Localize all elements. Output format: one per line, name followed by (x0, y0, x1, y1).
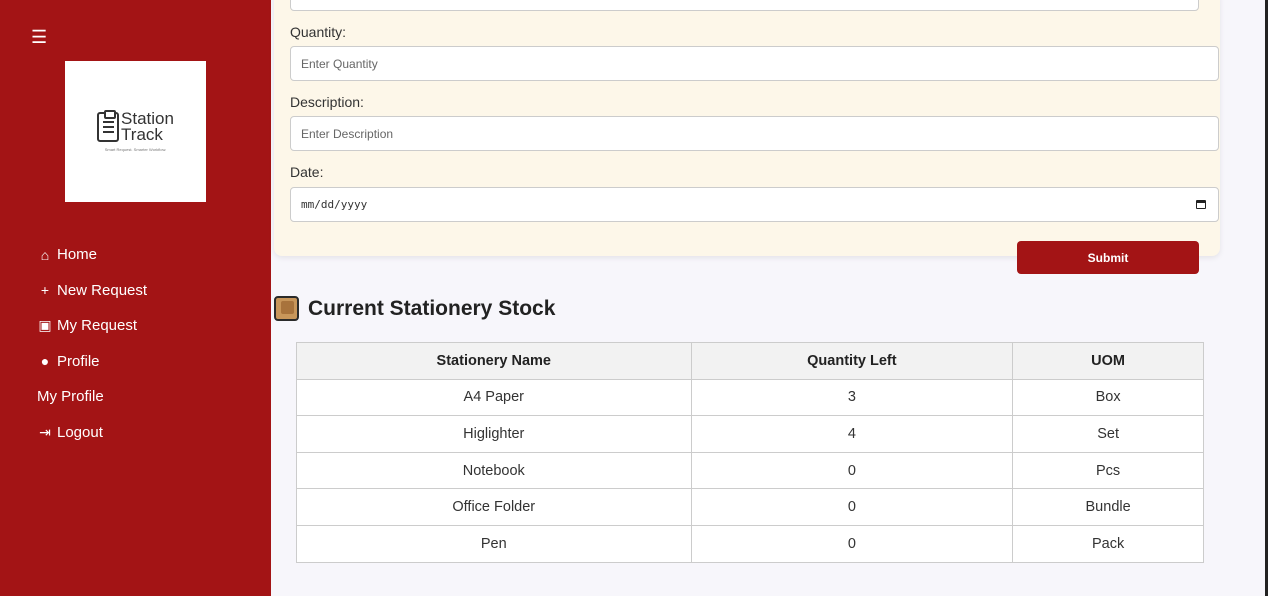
table-row: Pen 0 Pack (296, 524, 1204, 563)
sidebar-item-label: My Request (57, 317, 138, 335)
quantity-label: Quantity: (290, 24, 347, 40)
cell-name: Higlighter (296, 415, 692, 453)
logo-line2: Track (121, 125, 163, 144)
sidebar-item-label: New Request (57, 281, 148, 299)
logout-icon: ⇥ (39, 423, 51, 440)
description-label: Description: (290, 94, 364, 110)
calendar-icon[interactable] (1196, 200, 1206, 209)
sidebar-item-label: My Profile (37, 388, 104, 406)
clipboard-icon (97, 110, 120, 142)
cell-uom: Pack (1012, 524, 1204, 563)
home-icon: ⌂ (40, 246, 50, 263)
stock-table: Stationery Name Quantity Left UOM A4 Pap… (296, 342, 1204, 563)
hamburger-icon[interactable]: ☰ (31, 27, 51, 47)
table-row: Office Folder 0 Bundle (296, 488, 1204, 526)
page-title: Current Stationery Stock (308, 296, 556, 320)
cell-uom: Set (1012, 415, 1204, 453)
date-input[interactable]: mm/dd/yyyy (290, 187, 1219, 222)
column-header: Stationery Name (296, 342, 692, 380)
app-logo: Station Track Smart Request. Smarter Wor… (65, 61, 206, 202)
sidebar-item-my-request[interactable]: ▣ My Request (37, 308, 147, 344)
logo-tagline: Smart Request. Smarter Workflow. (104, 147, 167, 152)
cell-quantity: 0 (690, 488, 1014, 526)
submit-button[interactable]: Submit (1017, 241, 1199, 274)
cell-uom: Bundle (1012, 488, 1204, 526)
cell-uom: Pcs (1012, 451, 1204, 490)
sidebar-item-profile[interactable]: ● Profile (37, 344, 147, 380)
cell-name: Notebook (296, 451, 692, 490)
column-header: Quantity Left (690, 342, 1014, 380)
date-placeholder: mm/dd/yyyy (301, 198, 368, 211)
sidebar-item-logout[interactable]: ⇥ Logout (37, 415, 147, 451)
cell-name: Office Folder (296, 488, 692, 526)
calendar-check-icon: ▣ (38, 317, 52, 334)
sidebar-item-label: Home (57, 246, 98, 264)
cell-uom: Box (1012, 378, 1204, 417)
sidebar-item-new-request[interactable]: + New Request (37, 273, 147, 309)
cell-name: A4 Paper (296, 378, 692, 417)
table-row: Higlighter 4 Set (296, 415, 1204, 453)
sidebar-nav: ⌂ Home + New Request ▣ My Request ● Prof… (37, 237, 147, 450)
table-row: A4 Paper 3 Box (296, 378, 1204, 417)
sidebar-item-label: Profile (57, 352, 100, 370)
cell-name: Pen (296, 524, 692, 563)
column-header: UOM (1012, 342, 1204, 380)
previous-field-input[interactable] (290, 0, 1199, 11)
table-row: Notebook 0 Pcs (296, 451, 1204, 490)
sidebar: ☰ Station Track Smart Request. Smarter W… (0, 0, 271, 596)
package-icon (274, 296, 299, 321)
table-header-row: Stationery Name Quantity Left UOM (296, 342, 1204, 380)
cell-quantity: 3 (690, 378, 1014, 417)
sidebar-item-my-profile[interactable]: My Profile (37, 379, 147, 415)
cell-quantity: 0 (690, 451, 1014, 490)
user-icon: ● (40, 353, 50, 370)
sidebar-item-home[interactable]: ⌂ Home (37, 237, 147, 273)
quantity-input[interactable]: Enter Quantity (290, 46, 1219, 81)
plus-icon: + (40, 282, 50, 299)
date-label: Date: (290, 164, 324, 180)
description-input[interactable]: Enter Description (290, 116, 1219, 151)
cell-quantity: 4 (690, 415, 1014, 453)
sidebar-item-label: Logout (57, 423, 103, 441)
stock-heading: Current Stationery Stock (274, 296, 555, 321)
cell-quantity: 0 (690, 524, 1014, 563)
